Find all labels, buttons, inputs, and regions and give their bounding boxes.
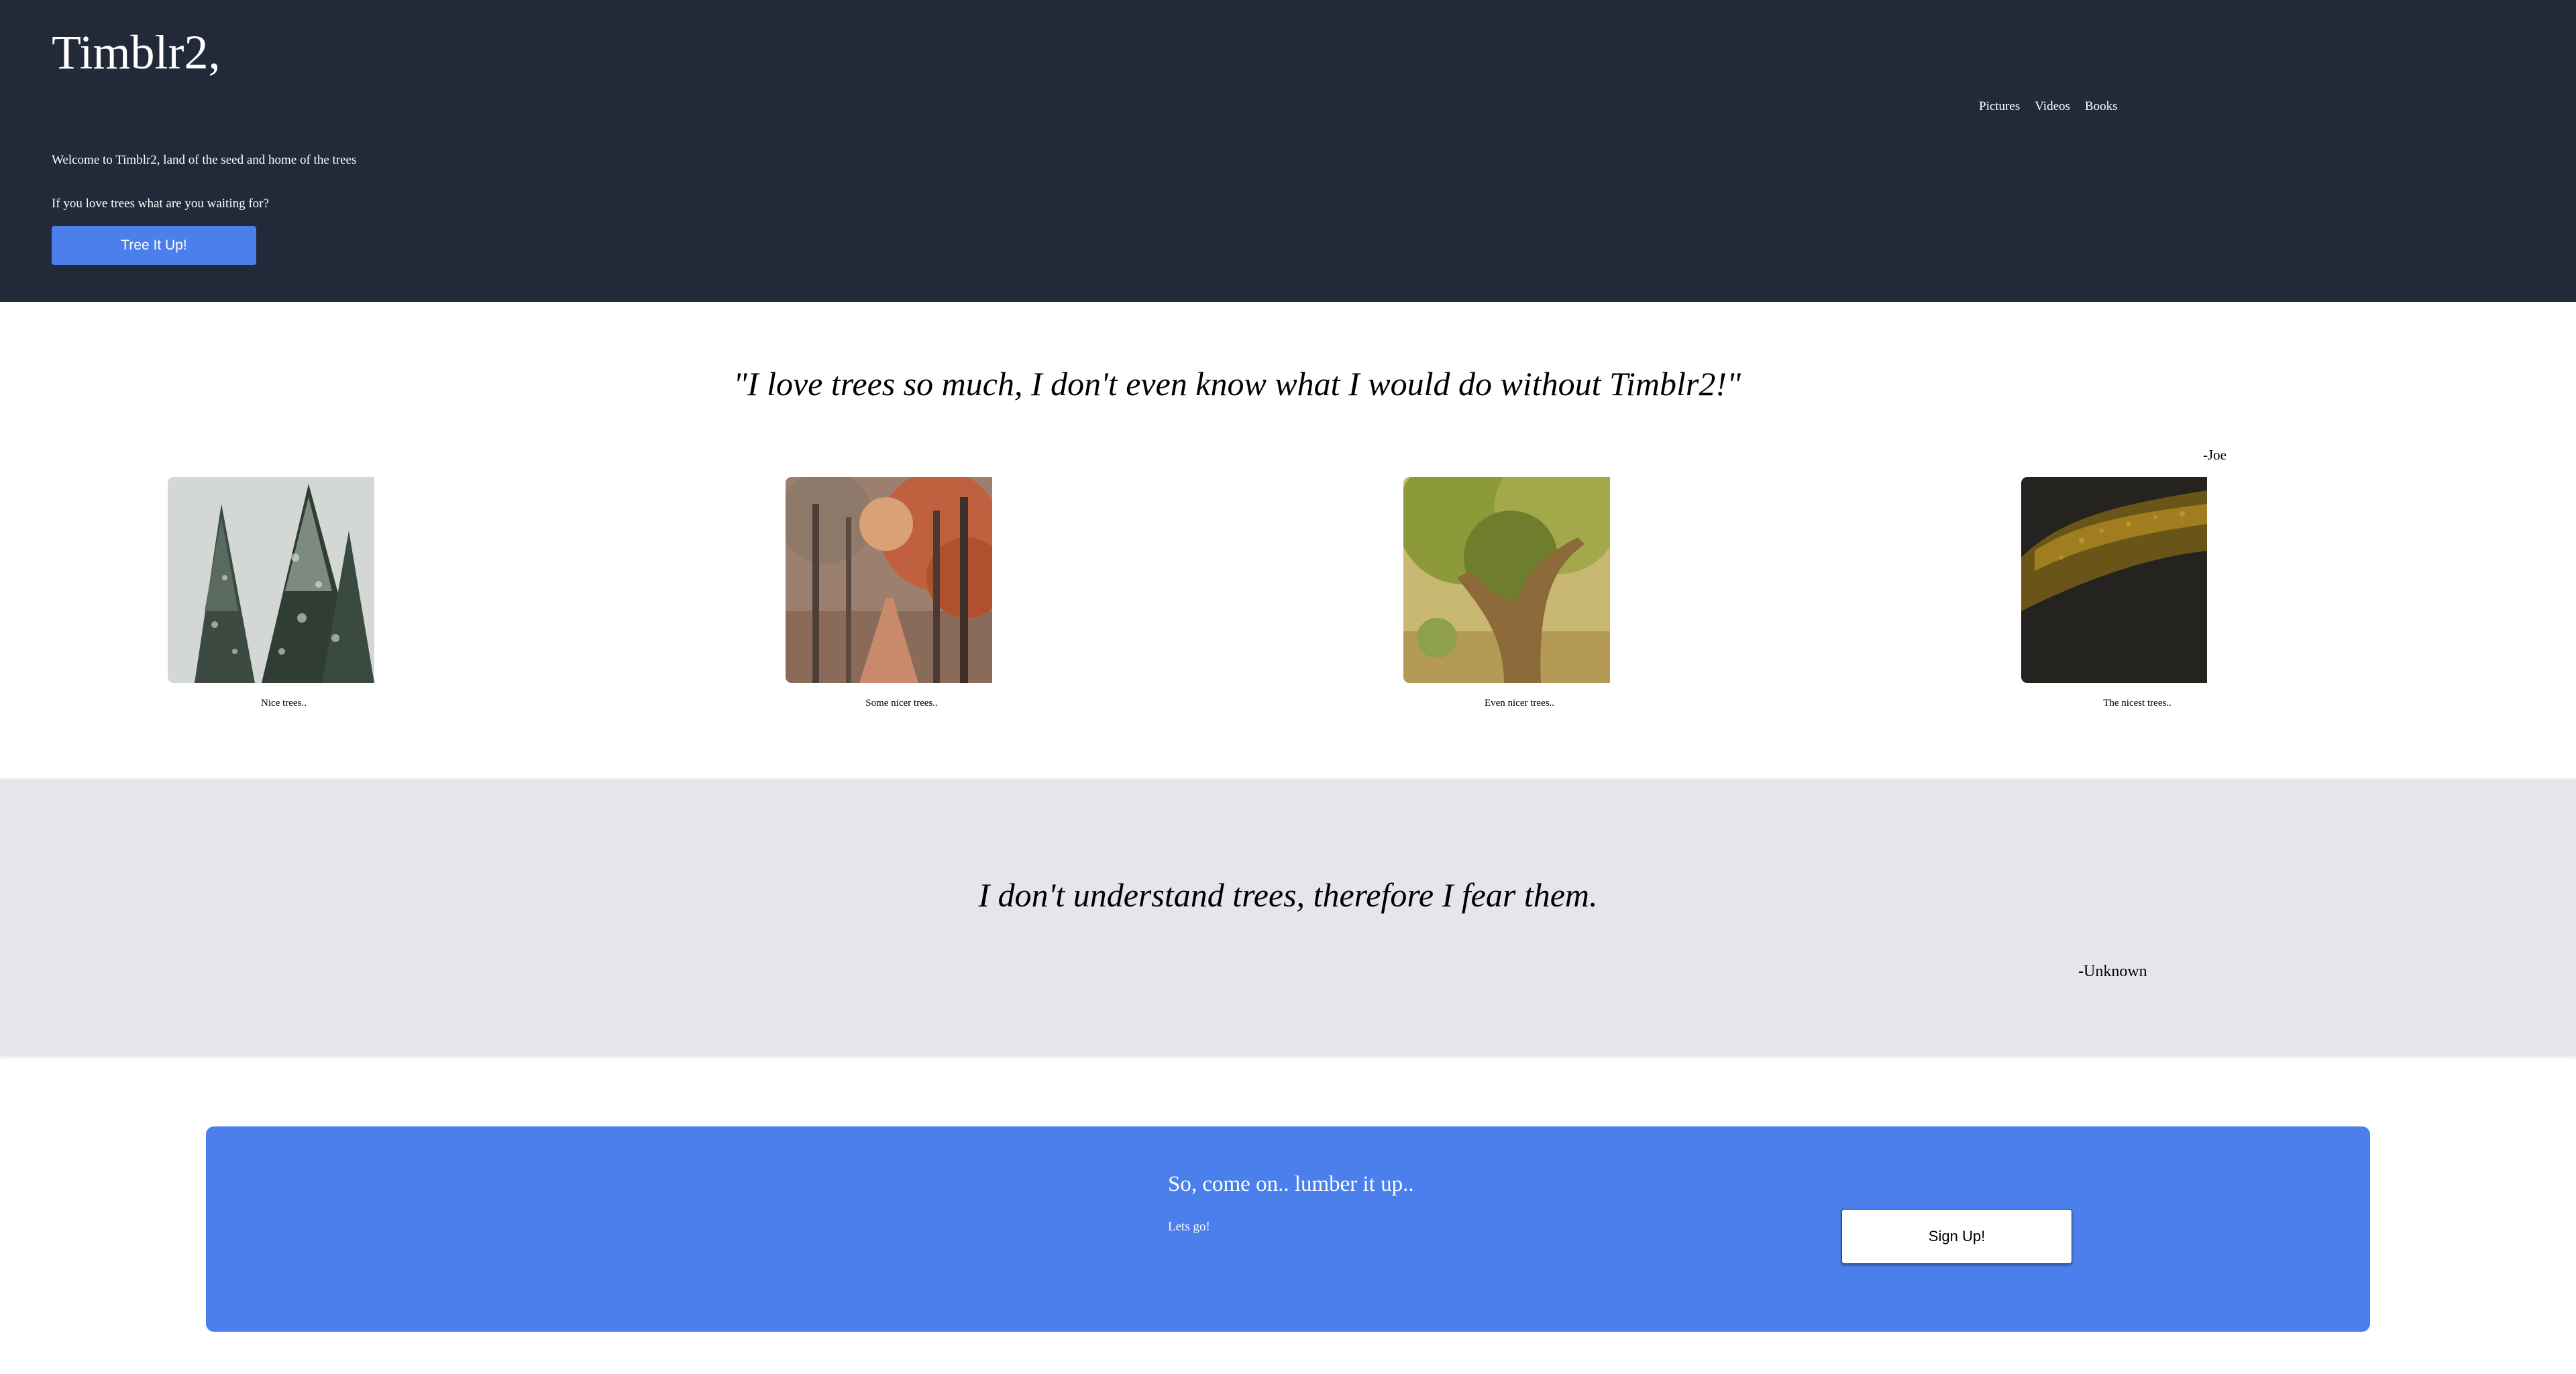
nav-pictures-link[interactable]: Pictures — [1979, 98, 2020, 115]
gallery-item: The nicest trees.. — [2021, 477, 2228, 710]
sign-up-button[interactable]: Sign Up! — [1841, 1209, 2072, 1264]
nav-books-link[interactable]: Books — [2085, 98, 2118, 115]
site-header: Timblr2, Pictures Videos Books Welcome t… — [0, 0, 2576, 302]
gallery-item: Some nicer trees.. — [786, 477, 992, 710]
gallery-item: Even nicer trees.. — [1403, 477, 1610, 710]
signup-banner: So, come on.. lumber it up.. Lets go! Si… — [206, 1126, 2370, 1332]
site-title: Timblr2, — [52, 25, 221, 79]
main-nav: Pictures Videos Books — [1979, 98, 2117, 115]
testimonial-author: -Joe — [2203, 447, 2226, 463]
snowy-pine-trees-image[interactable] — [168, 477, 374, 683]
nav-videos-link[interactable]: Videos — [2035, 98, 2070, 115]
signup-subheading: Lets go! — [1168, 1220, 1210, 1234]
gallery-caption: Some nicer trees.. — [865, 698, 938, 708]
signup-heading: So, come on.. lumber it up.. — [1168, 1172, 1414, 1196]
testimonial-quote: "I love trees so much, I don't even know… — [733, 365, 1741, 403]
welcome-text: Welcome to Timblr2, land of the seed and… — [52, 153, 357, 167]
gallery-caption: Nice trees.. — [261, 698, 307, 708]
gallery-item: Nice trees.. — [168, 477, 374, 710]
band-quote: I don't understand trees, therefore I fe… — [978, 876, 1598, 914]
gallery-caption: Even nicer trees.. — [1484, 698, 1555, 708]
prompt-text: If you love trees what are you waiting f… — [52, 197, 269, 211]
large-oak-tree-image[interactable] — [1403, 477, 1610, 683]
autumn-tree-avenue-image[interactable] — [786, 477, 992, 683]
gallery-caption: The nicest trees.. — [2103, 698, 2171, 708]
band-quote-author: -Unknown — [2078, 963, 2147, 980]
tree-it-up-button[interactable]: Tree It Up! — [52, 226, 256, 265]
dark-forest-hillside-image[interactable] — [2021, 477, 2207, 683]
